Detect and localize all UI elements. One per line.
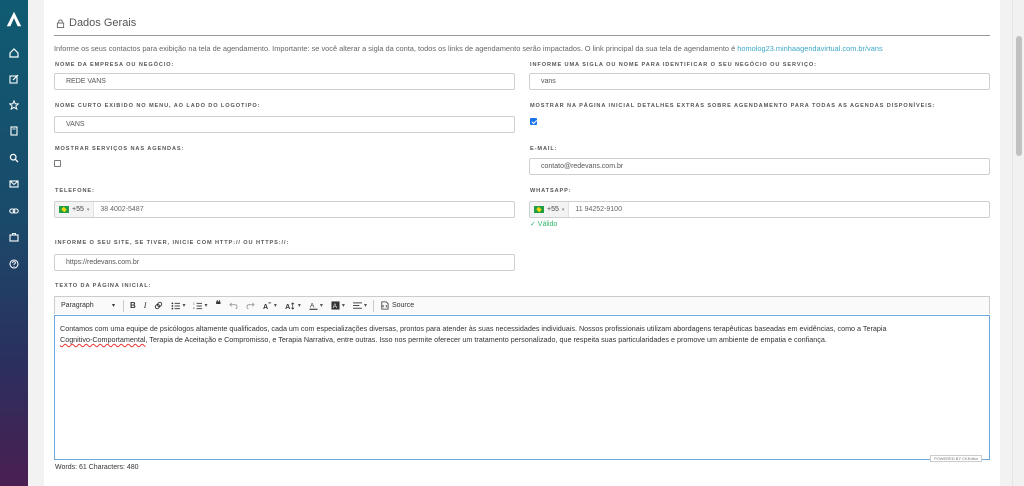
email-input[interactable]: contato@redevans.com.br bbox=[529, 158, 990, 175]
whatsapp-valid-status: ✓ Válido bbox=[530, 221, 558, 228]
redo-icon[interactable] bbox=[242, 298, 259, 314]
show-services-label: Mostrar serviços nas agendas: bbox=[55, 146, 185, 152]
nav-home-icon[interactable] bbox=[0, 45, 28, 61]
numbered-list-icon[interactable]: 12 bbox=[189, 298, 211, 314]
app-logo[interactable] bbox=[5, 10, 23, 28]
bold-button[interactable]: B bbox=[126, 298, 140, 314]
nav-book-icon[interactable] bbox=[0, 123, 28, 139]
settings-panel: Dados Gerais Informe os seus contactos p… bbox=[44, 0, 1000, 486]
align-icon[interactable] bbox=[349, 298, 371, 314]
home-text-label: Texto da página inicial: bbox=[55, 283, 152, 289]
section-title: Dados Gerais bbox=[69, 17, 137, 29]
phone-label: Telefone: bbox=[55, 188, 95, 194]
info-text: Informe os seus contactos para exibição … bbox=[54, 44, 883, 53]
site-label: Informe o seu site, se tiver, inicie com… bbox=[55, 240, 290, 246]
font-color-icon[interactable]: A bbox=[305, 298, 327, 314]
svg-text:1: 1 bbox=[194, 302, 196, 306]
whatsapp-label: Whatsapp: bbox=[530, 188, 572, 194]
section-header: Dados Gerais bbox=[56, 17, 136, 29]
editor-spellcheck-word: Cognitivo-Comportamental bbox=[60, 335, 146, 344]
chevron-down-icon: ▾ bbox=[111, 303, 115, 309]
ckeditor-badge[interactable]: POWERED BY CKEditor bbox=[930, 455, 983, 462]
whatsapp-country-selector[interactable]: +55 ▾ bbox=[530, 202, 570, 217]
nav-edit-icon[interactable] bbox=[0, 71, 28, 87]
bulleted-list-icon[interactable] bbox=[167, 298, 189, 314]
acronym-input[interactable]: vans bbox=[529, 73, 990, 90]
source-icon bbox=[381, 301, 389, 310]
svg-text:A: A bbox=[310, 302, 315, 309]
lock-icon bbox=[56, 18, 65, 28]
info-message: Informe os seus contactos para exibição … bbox=[54, 44, 738, 53]
italic-button[interactable]: I bbox=[140, 298, 151, 314]
whatsapp-input[interactable]: +55 ▾ 11 94252-9100 bbox=[529, 201, 990, 218]
font-size-icon[interactable]: A bbox=[281, 298, 305, 314]
editor-text-line1: Contamos com uma equipe de psicólogos al… bbox=[60, 324, 887, 333]
show-extra-checkbox[interactable] bbox=[530, 118, 537, 125]
chevron-down-icon: ▾ bbox=[86, 206, 90, 213]
text-style-icon[interactable]: A bbox=[259, 298, 281, 314]
short-name-input[interactable]: VANS bbox=[54, 116, 515, 133]
whatsapp-number: 11 94252-9100 bbox=[575, 206, 622, 213]
agenda-link[interactable]: homolog23.minhaagendavirtual.com.br/vans bbox=[737, 44, 882, 53]
show-services-checkbox[interactable] bbox=[54, 160, 61, 167]
nav-help-icon[interactable] bbox=[0, 256, 28, 272]
nav-briefcase-icon[interactable] bbox=[0, 229, 28, 245]
company-name-label: Nome da empresa ou negócio: bbox=[55, 62, 175, 68]
nav-mail-icon[interactable] bbox=[0, 176, 28, 192]
acronym-label: Informe uma sigla ou nome para identific… bbox=[530, 62, 817, 68]
svg-text:A: A bbox=[285, 303, 290, 310]
word-character-count: Words: 61 Characters: 480 bbox=[55, 464, 139, 471]
whatsapp-country-code: +55 bbox=[547, 206, 559, 213]
brazil-flag-icon bbox=[59, 206, 69, 213]
phone-country-code: +55 bbox=[72, 206, 84, 213]
link-icon[interactable] bbox=[150, 298, 167, 314]
site-input[interactable]: https://redevans.com.br bbox=[54, 254, 515, 271]
svg-text:2: 2 bbox=[194, 306, 196, 310]
blockquote-button[interactable]: ❝ bbox=[211, 298, 224, 314]
paragraph-format-dropdown[interactable]: Paragraph ▾ bbox=[55, 298, 121, 314]
company-name-input[interactable]: REDE VANS bbox=[54, 73, 515, 90]
highlight-color-icon[interactable]: A bbox=[327, 298, 349, 314]
show-extra-label: Mostrar na página inicial detalhes extra… bbox=[530, 103, 936, 109]
section-divider bbox=[54, 35, 990, 36]
home-text-editor[interactable]: Contamos com uma equipe de psicólogos al… bbox=[54, 315, 990, 460]
editor-text-line2: , Terapia de Aceitação e Compromisso, e … bbox=[145, 335, 827, 344]
toolbar-separator bbox=[372, 299, 374, 312]
toolbar-separator bbox=[123, 299, 124, 312]
nav-star-icon[interactable] bbox=[0, 97, 28, 113]
source-button[interactable]: Source bbox=[376, 298, 418, 314]
phone-country-selector[interactable]: +55 ▾ bbox=[55, 202, 95, 217]
nav-link-icon[interactable] bbox=[0, 203, 28, 219]
short-name-label: Nome curto exibido no menu, ao lado do l… bbox=[55, 103, 261, 109]
nav-search-icon[interactable] bbox=[0, 150, 28, 166]
chevron-down-icon: ▾ bbox=[561, 206, 565, 213]
paragraph-format-label: Paragraph bbox=[61, 302, 94, 309]
phone-input[interactable]: +55 ▾ 38 4002-5487 bbox=[54, 201, 515, 218]
brazil-flag-icon bbox=[534, 206, 544, 213]
page-scrollbar[interactable] bbox=[1012, 0, 1024, 486]
editor-toolbar: Paragraph ▾ B I 12 ❝ A A A A Source bbox=[54, 296, 990, 314]
sidebar bbox=[0, 0, 28, 486]
svg-text:A: A bbox=[263, 303, 268, 310]
email-label: E-mail: bbox=[530, 146, 558, 152]
phone-number: 38 4002-5487 bbox=[100, 206, 144, 213]
undo-icon[interactable] bbox=[225, 298, 242, 314]
scrollbar-thumb[interactable] bbox=[1016, 36, 1022, 156]
source-label: Source bbox=[391, 302, 415, 309]
